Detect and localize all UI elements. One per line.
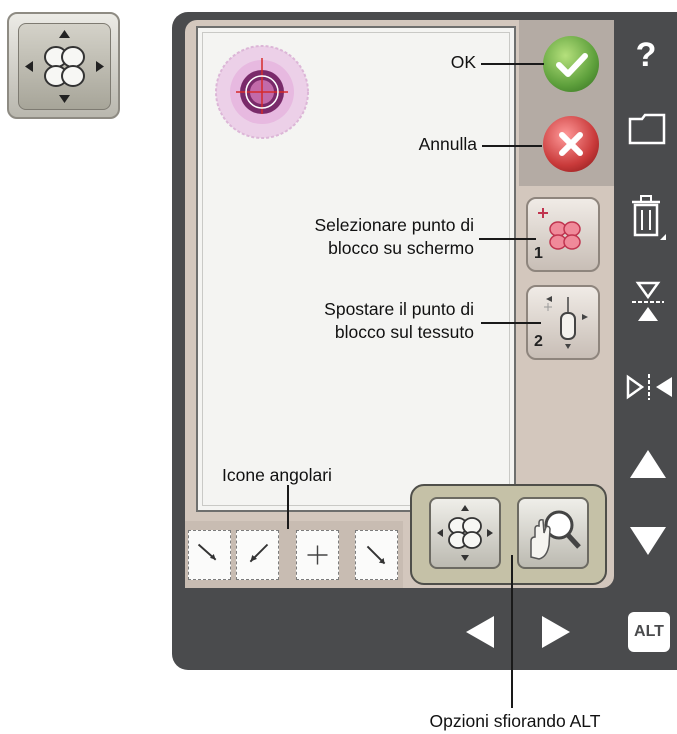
- move-pad-button[interactable]: [429, 497, 501, 569]
- arrow-right-icon[interactable]: [540, 614, 572, 650]
- move-point-leader-line: [481, 322, 541, 324]
- move-point-line-1: Spostare il punto di: [324, 299, 474, 319]
- move-pad-button-standalone[interactable]: [7, 12, 120, 119]
- center-plus-icon: [307, 545, 328, 565]
- checkmark-icon: [556, 53, 588, 77]
- magnifier-hand-icon: [530, 510, 581, 560]
- corner-bottom-right-button[interactable]: [355, 530, 398, 580]
- select-point-leader-line: [479, 238, 536, 240]
- four-petal-arrows-icon: [25, 30, 104, 103]
- alt-options-annotation: Opzioni sfiorando ALT: [429, 711, 601, 731]
- zoom-pan-button[interactable]: [517, 497, 589, 569]
- corner-icons-leader-line: [287, 485, 289, 529]
- close-icon: [559, 132, 583, 156]
- select-point-line-1: Selezionare punto di: [314, 215, 474, 235]
- center-button[interactable]: [296, 530, 339, 580]
- move-point-line-2: blocco sul tessuto: [334, 322, 474, 342]
- corner-top-left-button[interactable]: [188, 530, 231, 580]
- step-number-one: 1: [534, 245, 543, 262]
- move-pad-inner: [18, 23, 111, 110]
- ok-button[interactable]: [543, 36, 599, 92]
- corner-bottom-right-icon: [366, 545, 386, 565]
- cancel-annotation: Annulla: [418, 134, 477, 154]
- select-point-line-2: blocco su schermo: [328, 238, 474, 258]
- embroidery-design-thumbnail: [215, 45, 309, 139]
- corner-top-left-icon: [197, 543, 217, 561]
- alt-button[interactable]: ALT: [628, 612, 670, 652]
- select-point-annotation: Selezionare punto di blocco su schermo: [238, 214, 474, 260]
- arrow-up-icon[interactable]: [628, 448, 668, 480]
- alt-options-leader-line: [511, 555, 513, 708]
- cancel-leader-line: [482, 145, 542, 147]
- ok-annotation: OK: [450, 52, 476, 72]
- corner-icons-annotation: Icone angolari: [222, 465, 332, 485]
- arrow-left-icon[interactable]: [464, 614, 496, 650]
- flip-vertical-icon[interactable]: [628, 275, 668, 325]
- flip-horizontal-icon[interactable]: [624, 373, 674, 401]
- cancel-button[interactable]: [543, 116, 599, 172]
- ok-leader-line: [481, 63, 544, 65]
- folder-icon[interactable]: [628, 113, 666, 145]
- four-petal-arrows-icon: [437, 505, 493, 561]
- corner-top-right-icon: [249, 543, 269, 563]
- arrow-down-icon[interactable]: [628, 525, 668, 557]
- trash-icon[interactable]: [628, 194, 668, 242]
- move-point-annotation: Spostare il punto di blocco sul tessuto: [238, 298, 474, 344]
- select-lock-point-screen-button[interactable]: 1: [526, 197, 600, 272]
- corner-top-right-button[interactable]: [236, 530, 279, 580]
- step-number-two: 2: [534, 333, 543, 350]
- question-icon: ?: [635, 36, 657, 74]
- help-button[interactable]: ?: [626, 36, 666, 76]
